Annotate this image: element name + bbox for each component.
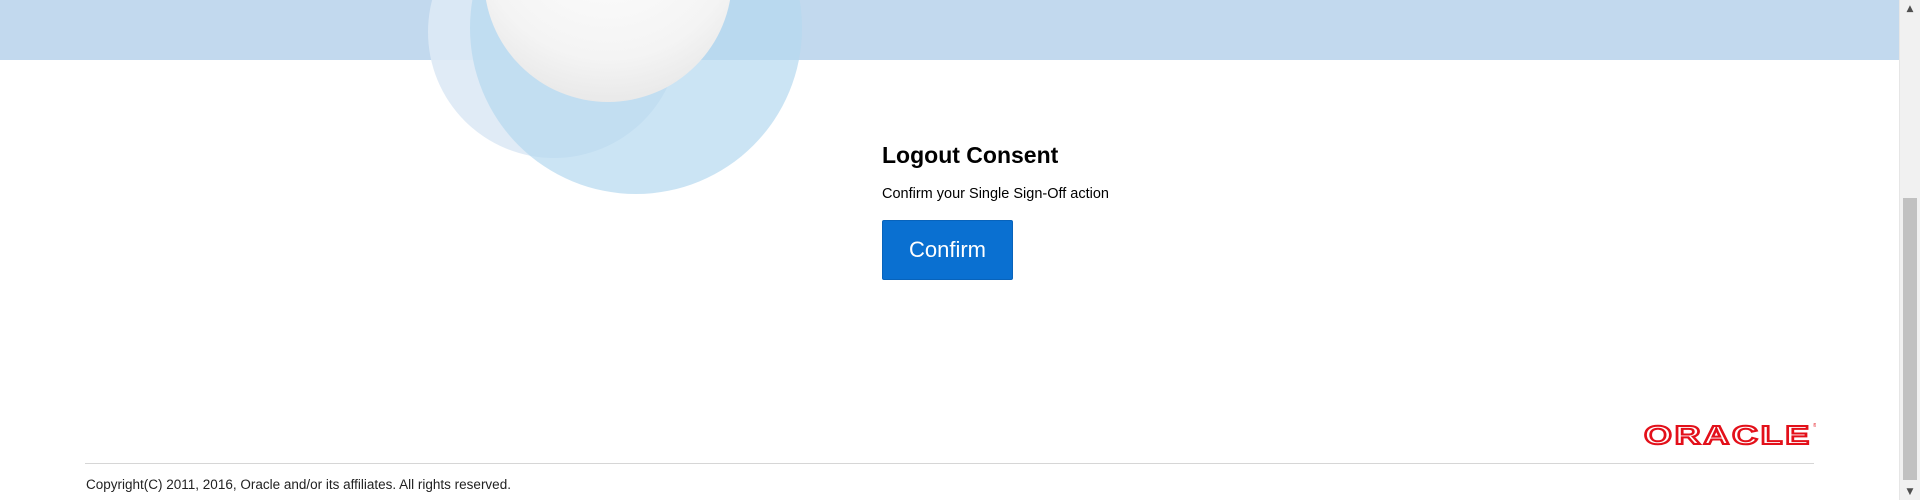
scrollbar-thumb[interactable] [1903,198,1917,480]
page-title: Logout Consent [882,142,1059,168]
scroll-up-arrow-icon[interactable]: ▲ [1900,0,1920,17]
vertical-scrollbar[interactable]: ▲ ▼ [1899,0,1920,500]
copyright-text: Copyright(C) 2011, 2016, Oracle and/or i… [86,477,511,492]
confirm-button[interactable]: Confirm [882,220,1013,280]
oracle-logo-text: ORACLE [1644,421,1812,447]
footer-divider [85,463,1814,464]
scroll-down-arrow-icon[interactable]: ▼ [1900,483,1920,500]
logout-consent-panel: Logout Consent Confirm your Single Sign-… [882,142,1110,280]
svg-text:®: ® [1813,422,1816,429]
decorative-circles [428,0,802,194]
page-subtitle: Confirm your Single Sign-Off action [882,186,1110,202]
oracle-logo: ORACLE ® [1643,421,1816,447]
